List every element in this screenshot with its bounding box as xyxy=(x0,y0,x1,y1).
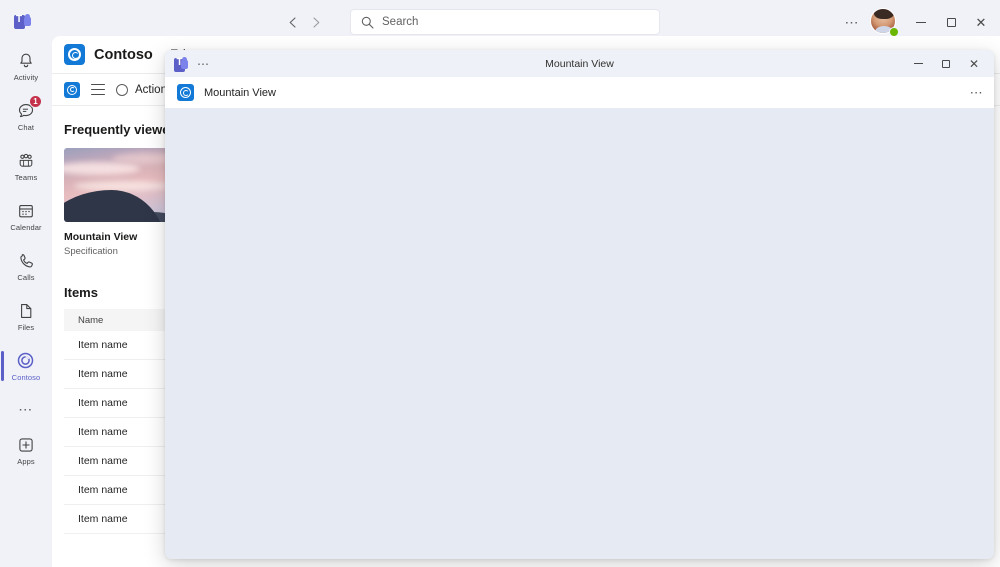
popup-window-title: Mountain View xyxy=(545,57,614,70)
popup-window-controls: ✕ xyxy=(904,50,988,77)
cell-name: Item name xyxy=(78,426,128,438)
popup-app-title: Mountain View xyxy=(204,86,276,99)
minimize-button[interactable] xyxy=(906,7,936,37)
contoso-icon[interactable] xyxy=(64,81,80,98)
search-input[interactable]: Search xyxy=(350,9,660,35)
cell-name: Item name xyxy=(78,484,128,496)
popup-content-area xyxy=(165,108,994,559)
chat-unread-badge: 1 xyxy=(29,95,42,108)
sidebar-item-chat[interactable]: 1 Chat xyxy=(0,92,52,140)
sidebar-item-activity[interactable]: Activity xyxy=(0,42,52,90)
avatar[interactable] xyxy=(870,8,899,37)
cell-name: Item name xyxy=(78,339,128,351)
teams-people-icon xyxy=(16,151,36,171)
mountain-sunset-thumbnail xyxy=(64,148,168,222)
sidebar-item-label: Calls xyxy=(17,272,35,282)
back-button[interactable] xyxy=(280,8,304,36)
cell-name: Item name xyxy=(78,368,128,380)
cell-name: Item name xyxy=(78,513,128,525)
popup-app-more-icon[interactable]: ⋯ xyxy=(970,85,984,101)
sidebar-item-label: Contoso xyxy=(11,372,41,382)
forward-button[interactable] xyxy=(304,8,328,36)
close-button[interactable]: ✕ xyxy=(966,7,996,37)
selection-indicator xyxy=(1,351,4,381)
popup-minimize-button[interactable] xyxy=(904,50,932,77)
plus-box-icon xyxy=(16,435,36,455)
search-icon xyxy=(361,16,374,29)
column-header-name: Name xyxy=(78,314,104,326)
card-subtitle: Specification xyxy=(64,246,118,257)
contoso-icon xyxy=(64,44,85,65)
action-button-label: Action xyxy=(135,83,167,96)
sidebar-item-files[interactable]: Files xyxy=(0,292,52,340)
sidebar-item-label: Apps xyxy=(17,456,35,466)
card-title: Mountain View xyxy=(64,231,138,243)
cell-name: Item name xyxy=(78,455,128,467)
action-button[interactable]: Action xyxy=(116,83,167,96)
popup-maximize-button[interactable] xyxy=(932,50,960,77)
sidebar-item-label: Files xyxy=(17,322,35,332)
teams-desktop-window: Search ⋯ ✕ Activity xyxy=(0,0,1000,567)
contoso-icon xyxy=(16,351,36,371)
page-title: Contoso xyxy=(94,46,153,63)
sidebar-item-calls[interactable]: Calls xyxy=(0,242,52,290)
sidebar-item-label: Chat xyxy=(17,122,35,132)
navigation-arrows xyxy=(280,8,328,36)
cell-name: Item name xyxy=(78,397,128,409)
mountain-view-popup-window: ⋯ Mountain View ✕ Mountain View ⋯ xyxy=(165,50,994,559)
settings-and-more-icon[interactable]: ⋯ xyxy=(838,8,866,36)
bell-icon xyxy=(16,51,36,71)
circle-icon xyxy=(116,83,128,96)
sidebar-item-label: Teams xyxy=(14,172,38,182)
sidebar-item-label: Activity xyxy=(13,72,39,82)
teams-icon xyxy=(13,14,31,30)
search-placeholder-text: Search xyxy=(382,16,419,28)
popup-close-button[interactable]: ✕ xyxy=(960,50,988,77)
hamburger-icon[interactable] xyxy=(91,84,105,95)
file-icon xyxy=(16,301,36,321)
list-item[interactable]: Mountain View Specification xyxy=(64,148,168,257)
sidebar-item-apps[interactable]: Apps xyxy=(0,426,52,474)
sidebar-item-calendar[interactable]: Calendar xyxy=(0,192,52,240)
sidebar-item-label: Calendar xyxy=(10,222,42,232)
maximize-button[interactable] xyxy=(936,7,966,37)
sidebar-item-contoso[interactable]: Contoso xyxy=(0,342,52,390)
sidebar-more-apps-icon[interactable]: ⋯ xyxy=(0,392,52,426)
popup-title-bar: ⋯ Mountain View ✕ xyxy=(165,50,994,77)
phone-icon xyxy=(16,251,36,271)
calendar-icon xyxy=(16,201,36,221)
contoso-icon xyxy=(177,84,194,101)
left-navigation-rail: Activity 1 Chat Teams Calendar Calls Fil… xyxy=(0,36,52,567)
sidebar-item-teams[interactable]: Teams xyxy=(0,142,52,190)
popup-app-bar: Mountain View ⋯ xyxy=(165,77,994,108)
